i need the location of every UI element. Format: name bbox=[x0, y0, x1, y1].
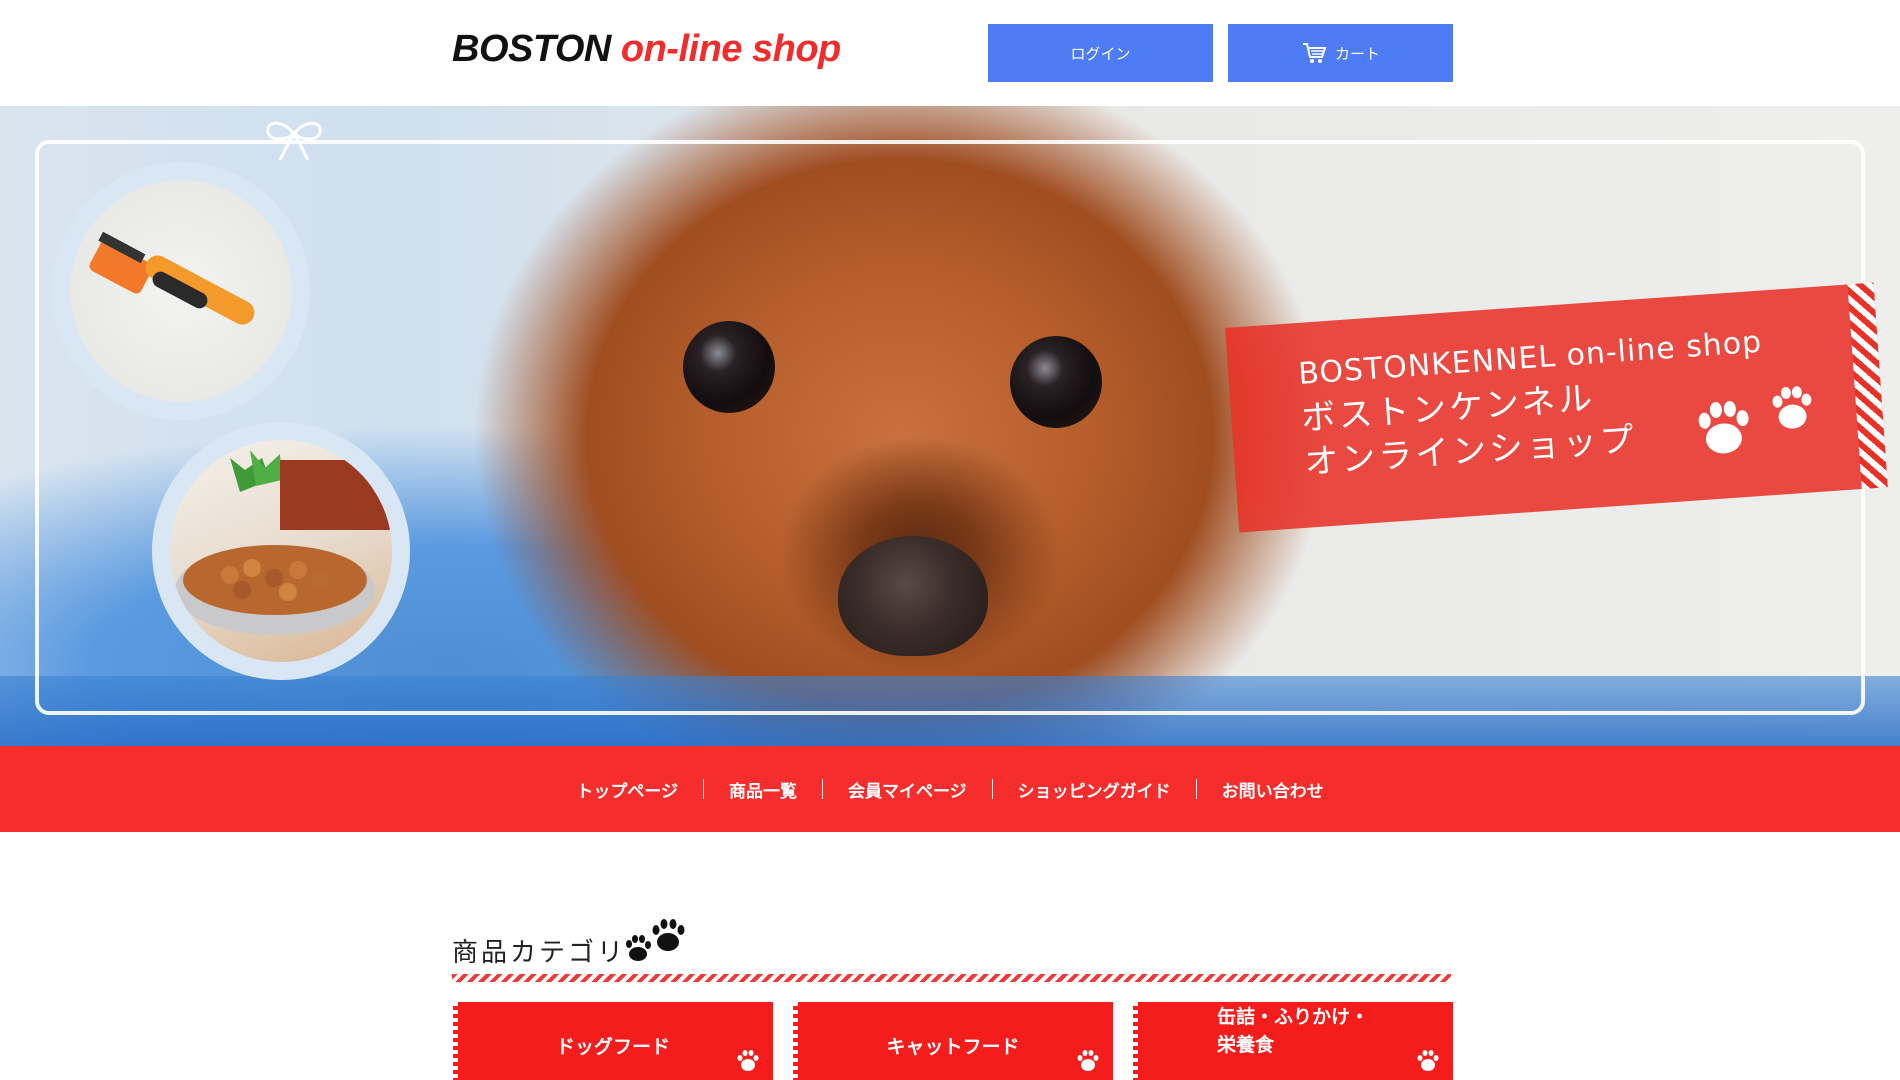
category-dog-food[interactable]: ドッグフード bbox=[453, 1002, 773, 1080]
cart-button-label: カート bbox=[1334, 44, 1380, 63]
nav-item-shopping-guide[interactable]: ショッピングガイド bbox=[993, 777, 1196, 802]
category-label: 缶詰・ふりかけ・ bbox=[1216, 1006, 1369, 1028]
paw-prints-icon bbox=[1698, 386, 1812, 454]
nav-item-products[interactable]: 商品一覧 bbox=[704, 777, 822, 802]
paw-icon bbox=[1077, 1050, 1099, 1071]
site-header: BOSTON on-line shop ログイン カート bbox=[0, 0, 1900, 106]
hero-banner: BOSTONKENNEL on-line shop ボストンケンネル オンライン… bbox=[0, 106, 1900, 746]
brush-illustration bbox=[89, 231, 255, 325]
category-label-line2: 栄養食 bbox=[1216, 1034, 1274, 1056]
grooming-brush-image bbox=[52, 162, 310, 420]
ribbon-bow-icon bbox=[266, 121, 322, 161]
category-label: ドッグフード bbox=[555, 1036, 670, 1058]
site-logo[interactable]: BOSTON on-line shop bbox=[452, 28, 841, 71]
category-cat-food[interactable]: キャットフード bbox=[793, 1002, 1113, 1080]
dog-food-bowl-image bbox=[152, 422, 410, 680]
nav-item-mypage[interactable]: 会員マイページ bbox=[823, 777, 992, 802]
category-label: キャットフード bbox=[886, 1036, 1020, 1058]
nav-item-contact[interactable]: お問い合わせ bbox=[1197, 777, 1349, 802]
category-section-title: 商品カテゴリ bbox=[452, 938, 627, 968]
login-button-label: ログイン bbox=[1070, 44, 1131, 63]
cart-button[interactable]: カート bbox=[1228, 24, 1453, 82]
nav-item-top[interactable]: トップページ bbox=[551, 777, 703, 802]
paw-icon bbox=[1417, 1050, 1439, 1071]
category-divider bbox=[452, 974, 1451, 982]
logo-text-boston: BOSTON bbox=[452, 28, 611, 70]
cart-icon bbox=[1302, 43, 1327, 63]
food-bowl-illustration bbox=[175, 450, 390, 635]
category-label-group: 缶詰・ふりかけ・ 栄養食 bbox=[1217, 1003, 1369, 1059]
paw-icon bbox=[737, 1050, 759, 1071]
main-navigation: トップページ 商品一覧 会員マイページ ショッピングガイド お問い合わせ bbox=[0, 746, 1900, 832]
login-button[interactable]: ログイン bbox=[988, 24, 1213, 82]
category-canned-supplements[interactable]: 缶詰・ふりかけ・ 栄養食 bbox=[1133, 1002, 1453, 1080]
paw-prints-icon bbox=[626, 919, 685, 961]
logo-text-online-shop: on-line shop bbox=[620, 28, 841, 70]
